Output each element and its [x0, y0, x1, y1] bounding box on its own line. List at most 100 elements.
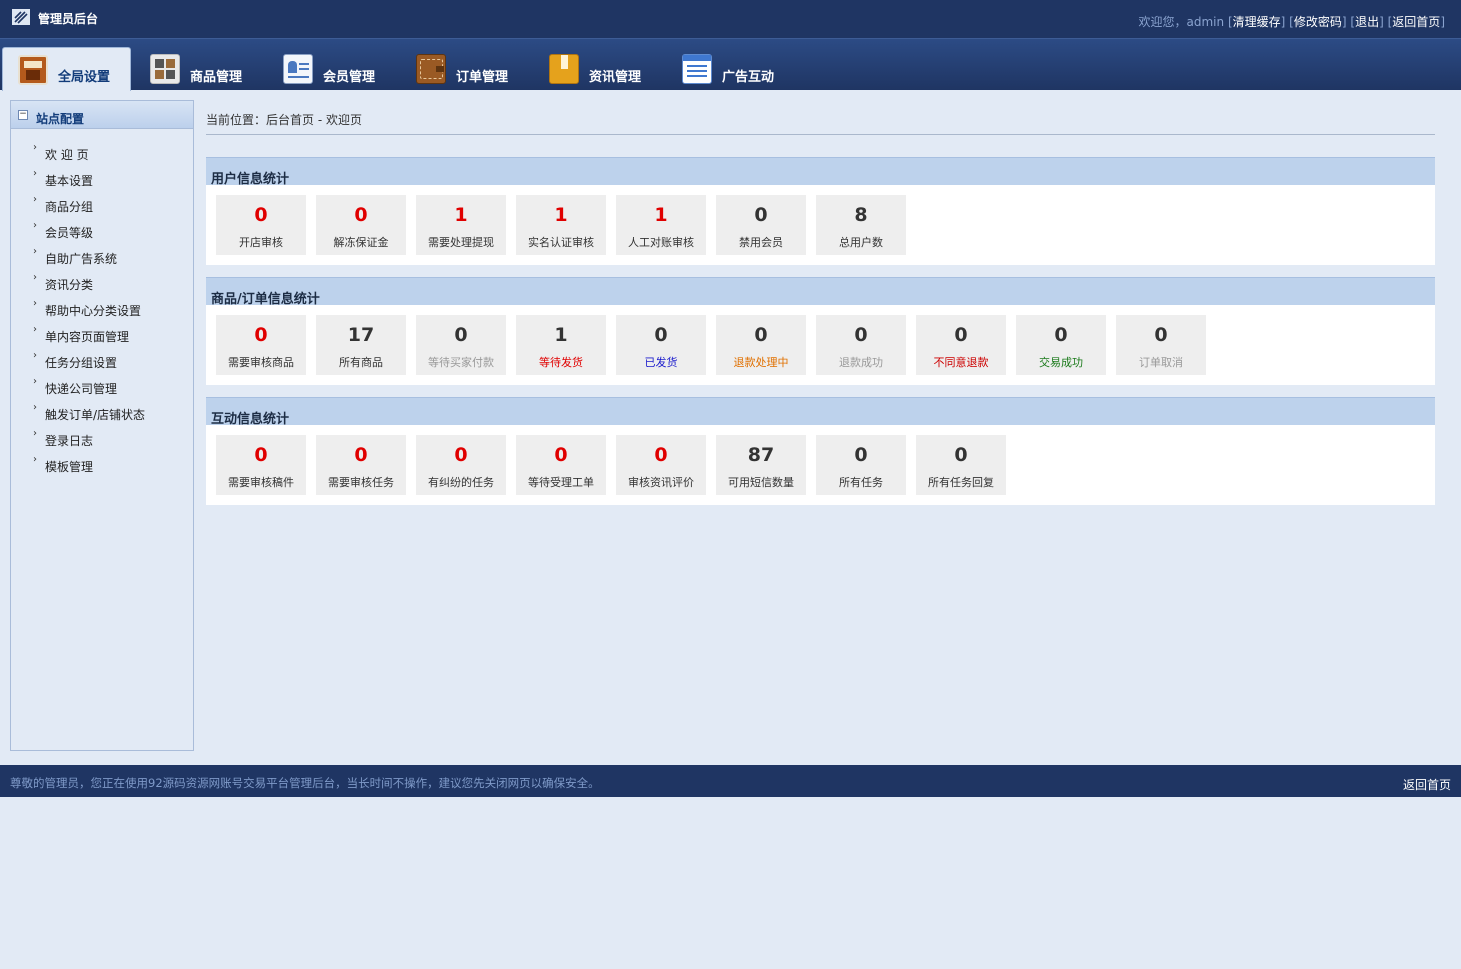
- stat-card[interactable]: 0 订单取消: [1116, 315, 1206, 375]
- change-password-link[interactable]: 修改密码: [1294, 15, 1342, 29]
- sidebar-item-label: 帮助中心分类设置: [45, 304, 142, 318]
- nav-label: 会员管理: [323, 69, 376, 85]
- stat-card[interactable]: 0 有纠纷的任务: [416, 435, 506, 495]
- stat-value: 0: [254, 204, 268, 226]
- footer: 尊敬的管理员，您正在使用92源码资源网账号交易平台管理后台，当长时间不操作，建议…: [0, 765, 1461, 797]
- stat-value: 0: [454, 324, 468, 346]
- sidebar-item[interactable]: › 帮助中心分类设置: [11, 298, 193, 327]
- stat-card[interactable]: 0 需要审核任务: [316, 435, 406, 495]
- stat-value: 0: [454, 444, 468, 466]
- stat-card[interactable]: 0 需要审核稿件: [216, 435, 306, 495]
- chevron-right-icon: ›: [33, 142, 37, 153]
- stat-label: 审核资讯评价: [628, 476, 694, 489]
- stat-value: 17: [347, 324, 375, 346]
- stat-card[interactable]: 1 人工对账审核: [616, 195, 706, 255]
- sidebar-item[interactable]: › 任务分组设置: [11, 350, 193, 379]
- tab-goods[interactable]: 商品管理: [150, 47, 270, 91]
- stat-card[interactable]: 0 退款成功: [816, 315, 906, 375]
- stat-value: 0: [754, 324, 768, 346]
- member-card-icon: [283, 54, 313, 84]
- tab-orders[interactable]: 订单管理: [416, 47, 536, 91]
- stat-card[interactable]: 0 已发货: [616, 315, 706, 375]
- tab-global-settings[interactable]: 全局设置: [2, 47, 131, 91]
- sidebar-item-label: 欢 迎 页: [45, 148, 89, 162]
- tab-members[interactable]: 会员管理: [283, 47, 403, 91]
- nav-label: 全局设置: [58, 70, 111, 85]
- footer-notice: 尊敬的管理员，您正在使用92源码资源网账号交易平台管理后台，当长时间不操作，建议…: [10, 776, 600, 790]
- sidebar-item[interactable]: › 自助广告系统: [11, 246, 193, 275]
- stat-label: 所有任务回复: [928, 476, 994, 489]
- stat-value: 0: [954, 444, 968, 466]
- chevron-right-icon: ›: [33, 194, 37, 205]
- stat-card[interactable]: 0 等待买家付款: [416, 315, 506, 375]
- stat-label: 退款成功: [839, 356, 883, 369]
- global-settings-icon: [18, 54, 48, 85]
- stat-label: 可用短信数量: [728, 476, 794, 489]
- chevron-right-icon: ›: [33, 246, 37, 257]
- stat-value: 1: [554, 324, 568, 346]
- footer-back-home-link[interactable]: 返回首页: [1403, 776, 1451, 793]
- sidebar-item[interactable]: › 欢 迎 页: [11, 142, 193, 171]
- stat-card[interactable]: 0 所有任务: [816, 435, 906, 495]
- interaction-stats-section: 互动信息统计 0 需要审核稿件 0 需要审核任务 0 有纠纷的任务 0 等待受理工单 0 审核资讯…: [206, 397, 1435, 505]
- stat-card[interactable]: 0 不同意退款: [916, 315, 1006, 375]
- stat-value: 0: [954, 324, 968, 346]
- stat-card[interactable]: 0 禁用会员: [716, 195, 806, 255]
- stat-card[interactable]: 1 实名认证审核: [516, 195, 606, 255]
- list-window-icon: [682, 54, 712, 84]
- stat-card[interactable]: 87 可用短信数量: [716, 435, 806, 495]
- stat-card[interactable]: 1 需要处理提现: [416, 195, 506, 255]
- admin-logo-icon: [12, 9, 30, 25]
- stat-card[interactable]: 0 所有任务回复: [916, 435, 1006, 495]
- stat-value: 0: [754, 204, 768, 226]
- stat-label: 等待买家付款: [428, 356, 494, 369]
- chevron-right-icon: ›: [33, 454, 37, 465]
- wallet-icon: [416, 54, 446, 84]
- stat-card[interactable]: 0 等待受理工单: [516, 435, 606, 495]
- sidebar-item[interactable]: › 商品分组: [11, 194, 193, 223]
- section-header: 互动信息统计: [206, 397, 1435, 427]
- sidebar-header[interactable]: − 站点配置: [11, 101, 193, 129]
- stat-label: 不同意退款: [933, 356, 989, 369]
- section-header: 商品/订单信息统计: [206, 277, 1435, 307]
- back-home-link[interactable]: 返回首页: [1392, 15, 1440, 29]
- chevron-right-icon: ›: [33, 402, 37, 413]
- sidebar-item[interactable]: › 基本设置: [11, 168, 193, 197]
- sidebar-item[interactable]: › 触发订单/店铺状态: [11, 402, 193, 431]
- stat-card[interactable]: 17 所有商品: [316, 315, 406, 375]
- sidebar-item[interactable]: › 会员等级: [11, 220, 193, 249]
- chevron-right-icon: ›: [33, 220, 37, 231]
- stat-card[interactable]: 8 总用户数: [816, 195, 906, 255]
- stat-value: 8: [854, 204, 868, 226]
- stat-label: 解冻保证金: [333, 236, 389, 249]
- chevron-right-icon: ›: [33, 324, 37, 335]
- stat-label: 所有商品: [339, 356, 383, 369]
- collapse-icon[interactable]: −: [18, 110, 28, 120]
- stat-card[interactable]: 0 审核资讯评价: [616, 435, 706, 495]
- sidebar-item-label: 自助广告系统: [45, 252, 118, 266]
- clear-cache-link[interactable]: 清理缓存: [1233, 15, 1281, 29]
- stat-card[interactable]: 0 退款处理中: [716, 315, 806, 375]
- stat-card[interactable]: 1 等待发货: [516, 315, 606, 375]
- sidebar-item[interactable]: › 模板管理: [11, 454, 193, 483]
- sidebar-item[interactable]: › 资讯分类: [11, 272, 193, 301]
- stat-cards: 0 开店审核 0 解冻保证金 1 需要处理提现 1 实名认证审核 1 人工对账审核 0 禁用会员 8 总用…: [206, 185, 1435, 265]
- bookmark-folder-icon: [549, 54, 579, 84]
- stat-card[interactable]: 0 需要审核商品: [216, 315, 306, 375]
- sidebar-item[interactable]: › 快递公司管理: [11, 376, 193, 405]
- stat-label: 开店审核: [239, 236, 283, 249]
- sidebar-item[interactable]: › 登录日志: [11, 428, 193, 457]
- stat-value: 0: [354, 444, 368, 466]
- stat-card[interactable]: 0 解冻保证金: [316, 195, 406, 255]
- stat-value: 0: [854, 444, 868, 466]
- stat-label: 有纠纷的任务: [428, 476, 494, 489]
- stat-card[interactable]: 0 交易成功: [1016, 315, 1106, 375]
- stat-cards: 0 需要审核稿件 0 需要审核任务 0 有纠纷的任务 0 等待受理工单 0 审核资讯评价 87 可用短…: [206, 425, 1435, 505]
- tab-ads[interactable]: 广告互动: [682, 47, 802, 91]
- sidebar-item[interactable]: › 单内容页面管理: [11, 324, 193, 353]
- stat-value: 1: [454, 204, 468, 226]
- tab-news[interactable]: 资讯管理: [549, 47, 669, 91]
- sidebar: − 站点配置 › 欢 迎 页 › 基本设置 › 商品分组 › 会员等级 › 自助广告系统 …: [10, 100, 194, 751]
- logout-link[interactable]: 退出: [1355, 15, 1379, 29]
- stat-card[interactable]: 0 开店审核: [216, 195, 306, 255]
